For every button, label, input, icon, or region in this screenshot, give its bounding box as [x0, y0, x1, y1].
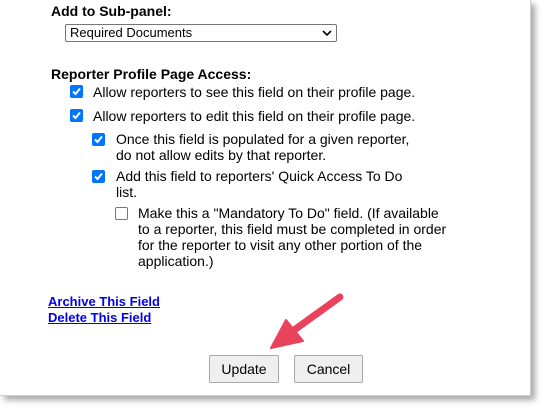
checkmark-icon	[72, 111, 81, 120]
checkmark-icon	[94, 172, 103, 181]
see-field-checkbox[interactable]	[70, 85, 83, 98]
checkmark-icon	[94, 135, 103, 144]
edit-field-checkbox[interactable]	[70, 109, 83, 122]
delete-field-link[interactable]: Delete This Field	[48, 310, 151, 325]
subpanel-select-value: Required Documents	[70, 25, 193, 40]
mandatory-todo-label: Make this a "Mandatory To Do" field. (If…	[138, 205, 447, 269]
checkmark-icon	[72, 87, 81, 96]
chevron-down-icon	[322, 30, 332, 37]
subpanel-select[interactable]: Required Documents	[65, 24, 337, 42]
quick-access-todo-label: Add this field to reporters' Quick Acces…	[116, 168, 403, 200]
quick-access-todo-checkbox[interactable]	[92, 170, 105, 183]
update-button[interactable]: Update	[209, 355, 279, 383]
no-edit-once-populated-checkbox[interactable]	[92, 133, 105, 146]
archive-field-link[interactable]: Archive This Field	[48, 294, 160, 309]
access-label: Reporter Profile Page Access:	[51, 66, 252, 82]
subpanel-label: Add to Sub-panel:	[51, 3, 172, 19]
cancel-button[interactable]: Cancel	[294, 355, 363, 383]
field-settings-panel: Add to Sub-panel: Required Documents Rep…	[0, 0, 531, 396]
see-field-label: Allow reporters to see this field on the…	[93, 84, 416, 100]
edit-field-label: Allow reporters to edit this field on th…	[93, 108, 416, 124]
mandatory-todo-checkbox[interactable]	[115, 207, 128, 220]
no-edit-once-populated-label: Once this field is populated for a given…	[116, 131, 410, 163]
